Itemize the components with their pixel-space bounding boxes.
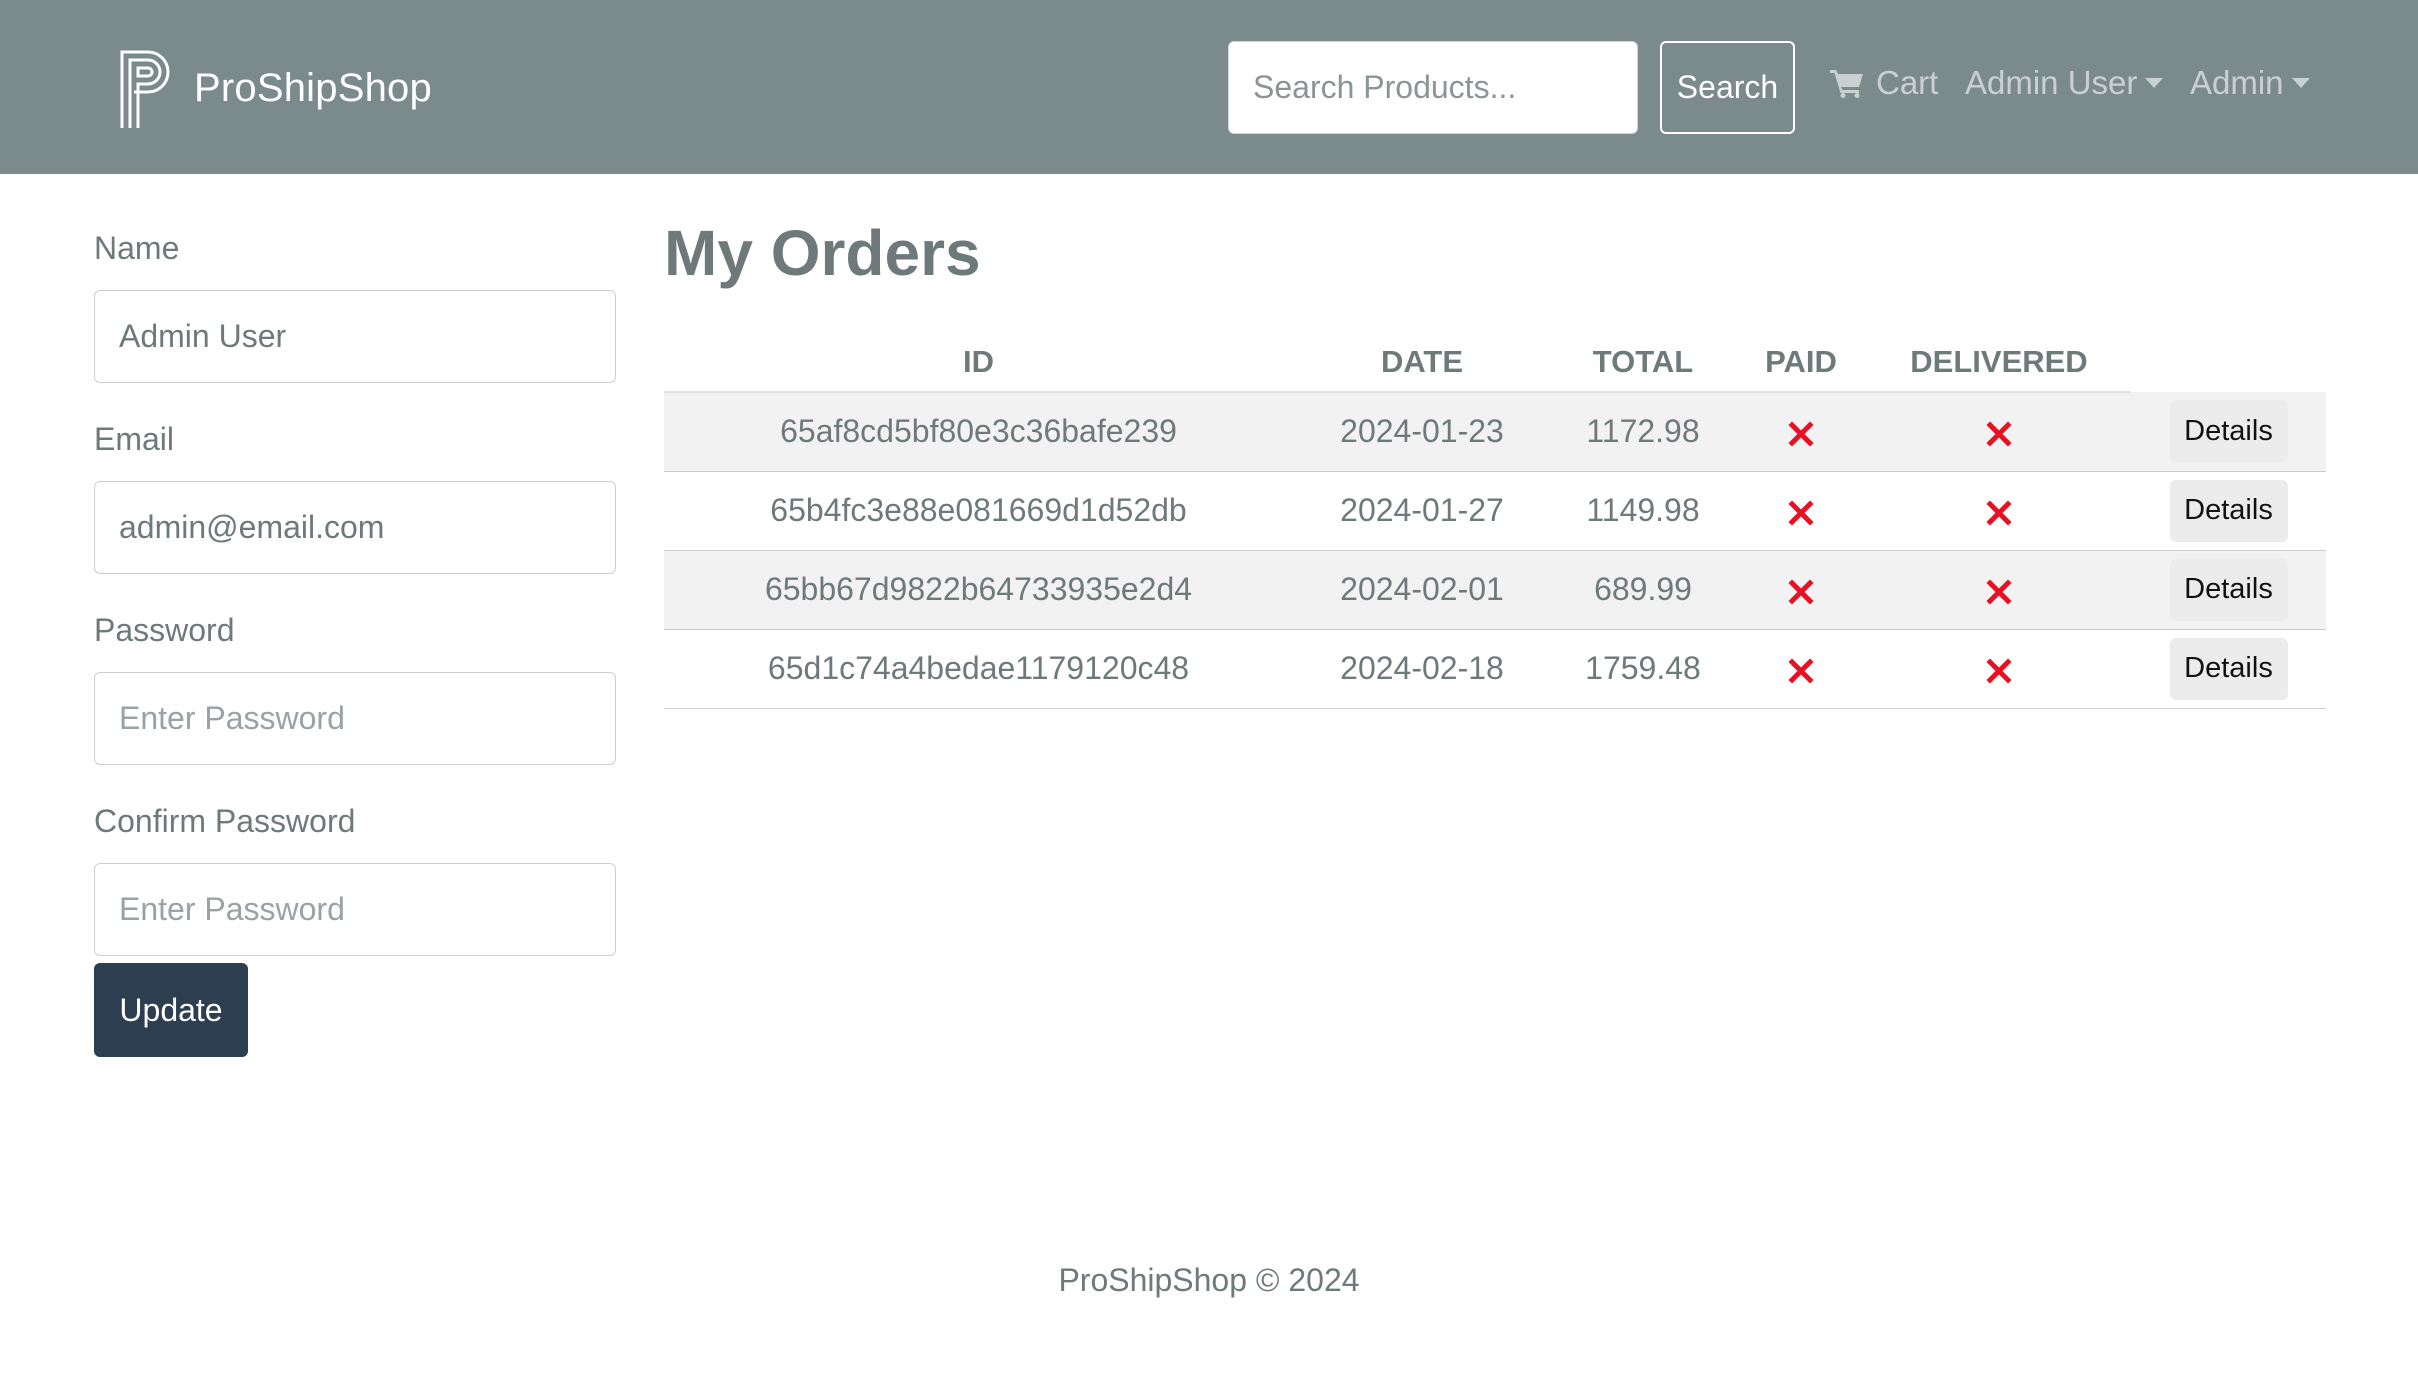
password-label: Password (94, 612, 235, 648)
update-button[interactable]: Update (94, 963, 248, 1057)
confirm-password-field[interactable] (94, 863, 616, 956)
x-mark-icon (1788, 658, 1814, 684)
order-paid-cell (1735, 471, 1867, 551)
order-id-cell: 65b4fc3e88e081669d1d52db (664, 471, 1293, 551)
admin-menu-dropdown[interactable]: Admin (2190, 58, 2310, 108)
cart-icon (1830, 70, 1863, 98)
column-header-paid: PAID (1735, 332, 1867, 393)
table-row: 65bb67d9822b64733935e2d4 2024-02-01 689.… (664, 550, 2326, 630)
order-delivered-cell (1867, 392, 2131, 472)
user-menu-dropdown[interactable]: Admin User (1965, 58, 2164, 108)
footer-copyright: ProShipShop © 2024 (1058, 1262, 1360, 1298)
password-field[interactable] (94, 672, 616, 765)
order-date-cell: 2024-01-23 (1293, 392, 1551, 472)
order-actions-cell: Details (2131, 629, 2326, 709)
x-mark-icon (1986, 421, 2012, 447)
order-paid-cell (1735, 550, 1867, 630)
nav-cart-label: Cart (1876, 64, 1939, 101)
details-button[interactable]: Details (2169, 637, 2288, 700)
chevron-down-icon (2145, 78, 2164, 88)
x-mark-icon (1986, 658, 2012, 684)
table-row: 65b4fc3e88e081669d1d52db 2024-01-27 1149… (664, 471, 2326, 551)
user-menu-label: Admin User (1965, 64, 2138, 101)
table-row: 65d1c74a4bedae1179120c48 2024-02-18 1759… (664, 629, 2326, 709)
order-actions-cell: Details (2131, 471, 2326, 551)
navbar: ProShipShop Search Cart Admin User Admin (0, 0, 2418, 174)
details-button[interactable]: Details (2169, 479, 2288, 542)
x-mark-icon (1986, 579, 2012, 605)
email-field[interactable] (94, 481, 616, 574)
x-mark-icon (1788, 421, 1814, 447)
brand-link[interactable]: ProShipShop (116, 46, 432, 130)
details-button[interactable]: Details (2169, 558, 2288, 621)
order-total-cell: 1759.48 (1551, 629, 1735, 709)
brand-logo-icon (120, 50, 170, 128)
details-button[interactable]: Details (2169, 400, 2288, 463)
column-header-total: TOTAL (1551, 332, 1735, 393)
column-header-date: DATE (1293, 332, 1551, 393)
order-delivered-cell (1867, 471, 2131, 551)
order-date-cell: 2024-02-18 (1293, 629, 1551, 709)
search-input[interactable] (1228, 41, 1638, 134)
column-header-actions (2131, 332, 2326, 392)
name-label: Name (94, 230, 180, 266)
page-title: My Orders (664, 217, 981, 289)
order-total-cell: 1172.98 (1551, 392, 1735, 472)
order-delivered-cell (1867, 629, 2131, 709)
table-row: 65af8cd5bf80e3c36bafe239 2024-01-23 1172… (664, 392, 2326, 472)
column-header-delivered: DELIVERED (1867, 332, 2131, 393)
order-total-cell: 689.99 (1551, 550, 1735, 630)
email-label: Email (94, 421, 175, 457)
orders-table: ID DATE TOTAL PAID DELIVERED 65af8cd5bf8… (664, 332, 2326, 709)
confirm-password-label: Confirm Password (94, 803, 356, 839)
x-mark-icon (1788, 500, 1814, 526)
order-paid-cell (1735, 392, 1867, 472)
order-id-cell: 65bb67d9822b64733935e2d4 (664, 550, 1293, 630)
order-total-cell: 1149.98 (1551, 471, 1735, 551)
chevron-down-icon (2291, 78, 2310, 88)
x-mark-icon (1986, 500, 2012, 526)
order-date-cell: 2024-02-01 (1293, 550, 1551, 630)
nav-cart-link[interactable]: Cart (1830, 58, 1938, 108)
column-header-id: ID (664, 332, 1293, 393)
search-button[interactable]: Search (1660, 41, 1795, 134)
order-actions-cell: Details (2131, 550, 2326, 630)
table-header-row: ID DATE TOTAL PAID DELIVERED (664, 332, 2326, 393)
order-delivered-cell (1867, 550, 2131, 630)
order-date-cell: 2024-01-27 (1293, 471, 1551, 551)
profile-form: Name Email Password Confirm Password Upd… (94, 226, 616, 1057)
brand-name: ProShipShop (194, 65, 432, 110)
name-field[interactable] (94, 290, 616, 383)
order-id-cell: 65af8cd5bf80e3c36bafe239 (664, 392, 1293, 472)
order-actions-cell: Details (2131, 392, 2326, 472)
admin-menu-label: Admin (2190, 64, 2284, 101)
order-id-cell: 65d1c74a4bedae1179120c48 (664, 629, 1293, 709)
x-mark-icon (1788, 579, 1814, 605)
order-paid-cell (1735, 629, 1867, 709)
